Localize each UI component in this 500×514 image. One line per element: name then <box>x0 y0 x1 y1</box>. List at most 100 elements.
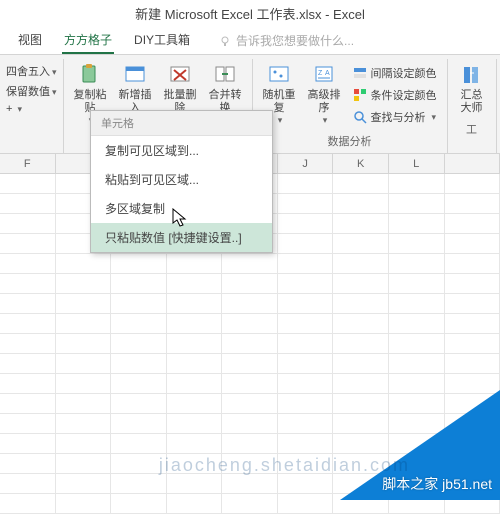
cell[interactable] <box>445 274 500 293</box>
cell[interactable] <box>0 434 56 453</box>
cell[interactable] <box>278 274 334 293</box>
cell[interactable] <box>56 414 112 433</box>
cell[interactable] <box>389 214 445 233</box>
tab-fangfang[interactable]: 方方格子 <box>62 27 114 54</box>
cell[interactable] <box>278 434 334 453</box>
cell[interactable] <box>111 354 167 373</box>
cell[interactable] <box>278 174 334 193</box>
cell[interactable] <box>389 234 445 253</box>
cell[interactable] <box>333 254 389 273</box>
cell[interactable] <box>222 494 278 513</box>
col-head[interactable]: J <box>278 154 334 173</box>
cell[interactable] <box>56 374 112 393</box>
cell[interactable] <box>389 274 445 293</box>
cell[interactable] <box>222 314 278 333</box>
cell[interactable] <box>0 474 56 493</box>
cell[interactable] <box>222 294 278 313</box>
cell[interactable] <box>111 394 167 413</box>
cell[interactable] <box>222 394 278 413</box>
col-head[interactable]: K <box>333 154 389 173</box>
tell-me-hint[interactable]: 告诉我您想要做什么... <box>218 27 354 54</box>
cell[interactable] <box>167 494 223 513</box>
cell[interactable] <box>445 174 500 193</box>
cell[interactable] <box>111 474 167 493</box>
cell[interactable] <box>278 494 334 513</box>
cell[interactable] <box>167 294 223 313</box>
round-btn[interactable]: 四舍五入▾ <box>6 61 57 81</box>
cell[interactable] <box>56 494 112 513</box>
cell[interactable] <box>111 254 167 273</box>
cell[interactable] <box>0 314 56 333</box>
cell[interactable] <box>445 354 500 373</box>
cell[interactable] <box>222 434 278 453</box>
cell[interactable] <box>333 214 389 233</box>
cell[interactable] <box>278 474 334 493</box>
cell[interactable] <box>0 294 56 313</box>
cell[interactable] <box>278 234 334 253</box>
cell[interactable] <box>389 194 445 213</box>
cell[interactable] <box>278 414 334 433</box>
cell[interactable] <box>445 334 500 353</box>
interval-color-button[interactable]: 间隔设定颜色 <box>349 63 441 83</box>
cell[interactable] <box>0 194 56 213</box>
cell[interactable] <box>56 354 112 373</box>
cell[interactable] <box>167 354 223 373</box>
cell[interactable] <box>0 394 56 413</box>
cell[interactable] <box>111 274 167 293</box>
col-head[interactable] <box>445 154 500 173</box>
keep-value-btn[interactable]: 保留数值▾ <box>6 81 57 101</box>
cell[interactable] <box>56 434 112 453</box>
cell[interactable] <box>278 334 334 353</box>
cell[interactable] <box>56 254 112 273</box>
cell[interactable] <box>0 174 56 193</box>
cell[interactable] <box>445 254 500 273</box>
col-head[interactable]: L <box>389 154 445 173</box>
cell[interactable] <box>389 174 445 193</box>
cell[interactable] <box>111 494 167 513</box>
cell[interactable] <box>56 474 112 493</box>
cell[interactable] <box>167 334 223 353</box>
cell[interactable] <box>0 414 56 433</box>
cell[interactable] <box>278 214 334 233</box>
cell[interactable] <box>278 254 334 273</box>
cell[interactable] <box>167 274 223 293</box>
cell[interactable] <box>333 274 389 293</box>
cell[interactable] <box>111 414 167 433</box>
dd-paste-values[interactable]: 只粘贴数值 [快捷键设置..] <box>91 223 272 252</box>
cell[interactable] <box>56 274 112 293</box>
cell[interactable] <box>389 314 445 333</box>
cell[interactable] <box>111 334 167 353</box>
cell[interactable] <box>56 294 112 313</box>
cell[interactable] <box>333 234 389 253</box>
cell[interactable] <box>56 314 112 333</box>
cell[interactable] <box>222 474 278 493</box>
cell[interactable] <box>333 314 389 333</box>
cell[interactable] <box>0 274 56 293</box>
cell[interactable] <box>333 174 389 193</box>
cell[interactable] <box>167 474 223 493</box>
cell[interactable] <box>333 334 389 353</box>
cell[interactable] <box>389 294 445 313</box>
cell[interactable] <box>0 234 56 253</box>
cond-color-button[interactable]: 条件设定颜色 <box>349 85 441 105</box>
dd-copy-visible[interactable]: 复制可见区域到... <box>91 136 272 165</box>
cell[interactable] <box>389 354 445 373</box>
cell[interactable] <box>389 254 445 273</box>
dd-paste-visible[interactable]: 粘贴到可见区域... <box>91 165 272 194</box>
cell[interactable] <box>222 374 278 393</box>
cell[interactable] <box>389 334 445 353</box>
cell[interactable] <box>333 194 389 213</box>
cell[interactable] <box>278 294 334 313</box>
cell[interactable] <box>56 334 112 353</box>
cell[interactable] <box>222 354 278 373</box>
cell[interactable] <box>111 434 167 453</box>
sort-button[interactable]: ZA 高级排 序 ▾ <box>304 61 345 128</box>
cell[interactable] <box>0 214 56 233</box>
dd-multi-copy[interactable]: 多区域复制 <box>91 194 272 223</box>
cell[interactable] <box>445 194 500 213</box>
cell[interactable] <box>278 394 334 413</box>
cell[interactable] <box>0 254 56 273</box>
cell[interactable] <box>445 234 500 253</box>
cell[interactable] <box>333 354 389 373</box>
cell[interactable] <box>111 374 167 393</box>
